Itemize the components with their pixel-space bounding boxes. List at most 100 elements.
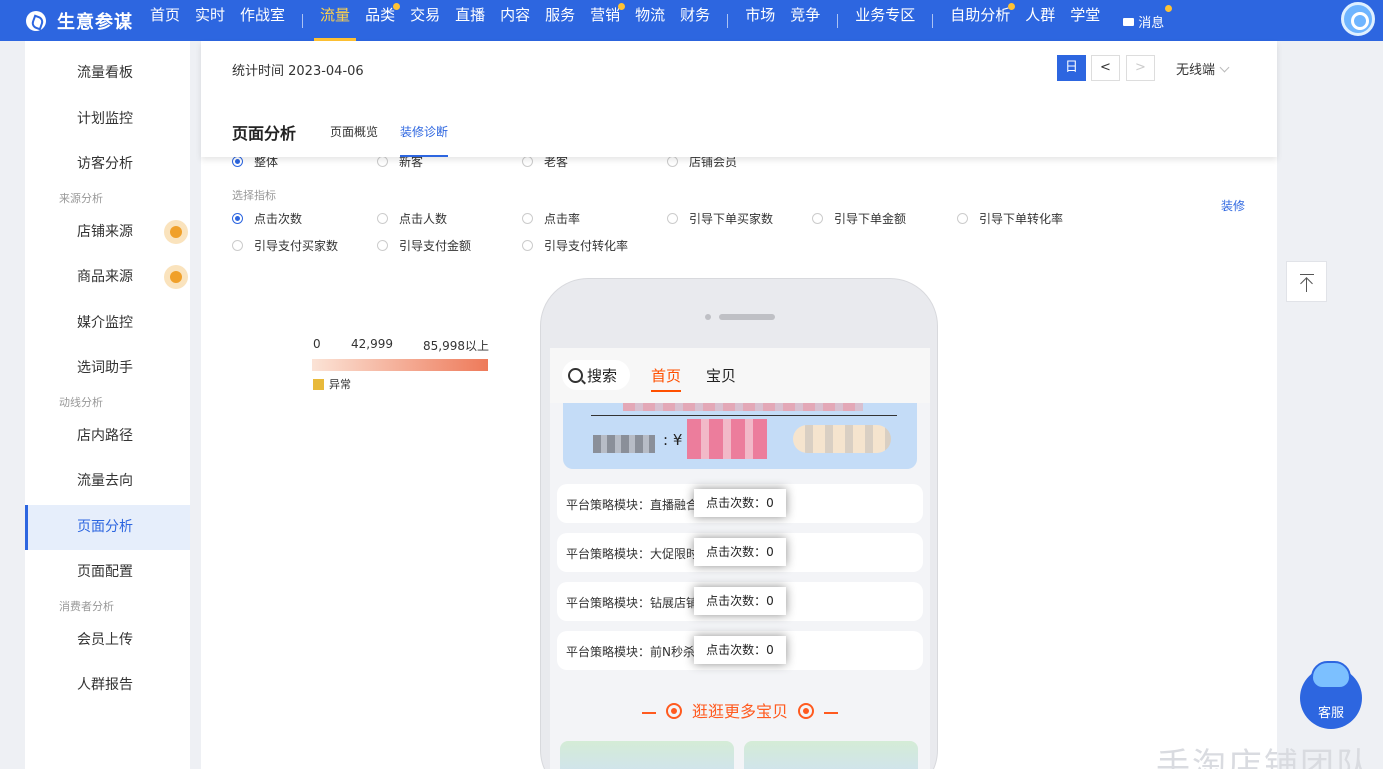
shop-tab-home[interactable]: 首页	[651, 365, 682, 392]
brand[interactable]: 生意参谋	[26, 8, 150, 34]
radio-option[interactable]: 引导支付买家数	[232, 237, 377, 254]
sidebar-item[interactable]: 会员上传	[25, 618, 190, 663]
banner-price-prefix: : ¥	[663, 431, 683, 449]
page-title: 页面分析	[232, 124, 297, 143]
bottom-watermark: 手淘店铺团队	[1156, 746, 1372, 769]
tab-decoration-diagnosis[interactable]: 装修诊断	[400, 123, 449, 157]
app-switcher-icon[interactable]	[1341, 2, 1375, 36]
radio-dot-icon	[522, 240, 533, 251]
blurred-text	[593, 435, 655, 453]
more-goods-bar[interactable]: 逛逛更多宝贝	[550, 698, 930, 722]
module-title: 平台策略模块：钻展店铺	[566, 596, 694, 610]
sidebar-item[interactable]: 媒介监控	[25, 301, 190, 346]
sidebar-item[interactable]: 商品来源	[25, 255, 190, 300]
radio-option[interactable]: 引导下单金额	[812, 210, 957, 227]
mail-icon	[1123, 17, 1135, 26]
page-module[interactable]: 平台策略模块：直播融合 点击次数：0	[557, 484, 923, 523]
radio-option[interactable]: 引导下单转化率	[957, 210, 1102, 227]
sidebar-item-label: 媒介监控	[77, 314, 133, 331]
click-count-tooltip: 点击次数：0	[694, 489, 786, 517]
nav-item[interactable]: 服务	[545, 0, 575, 41]
radio-dot-icon	[232, 213, 243, 224]
brand-name: 生意参谋	[57, 11, 133, 33]
sidebar-item[interactable]: 流量看板	[25, 51, 190, 96]
device-select[interactable]: 无线端	[1176, 59, 1230, 78]
phone-camera-icon	[705, 314, 711, 320]
nav-item[interactable]: 流量	[314, 0, 357, 41]
stat-time: 统计时间 2023-04-06	[232, 64, 364, 79]
sidebar-item[interactable]: 计划监控	[25, 97, 190, 142]
search-icon	[568, 367, 583, 383]
click-count-tooltip: 点击次数：0	[694, 538, 786, 566]
tab-page-overview[interactable]: 页面概览	[330, 123, 378, 157]
nav-item[interactable]: 财务	[680, 0, 710, 41]
heart-icon	[798, 703, 815, 719]
nav-item[interactable]: 物流	[635, 0, 665, 41]
nav-item[interactable]: 人群	[1025, 0, 1055, 41]
message-label: 消息	[1138, 16, 1165, 31]
radio-option[interactable]: 点击人数	[377, 210, 522, 227]
day-button[interactable]: 日	[1057, 55, 1086, 81]
radio-label: 点击次数	[254, 212, 303, 226]
nav-item[interactable]: 实时	[195, 0, 225, 41]
banner-divider	[591, 415, 897, 416]
next-date-button[interactable]: >	[1126, 55, 1155, 81]
nav-item[interactable]: 自助分析	[950, 0, 1016, 41]
nav-item[interactable]: 交易	[410, 0, 440, 41]
nav-item[interactable]: 学堂	[1070, 0, 1100, 41]
abnormal-label: 异常	[329, 378, 351, 391]
page-module[interactable]: 平台策略模块：钻展店铺 点击次数：0	[557, 582, 923, 621]
radio-option[interactable]: 引导下单买家数	[667, 210, 812, 227]
heart-icon	[665, 703, 682, 719]
nav-item[interactable]: 首页	[150, 0, 180, 41]
sidebar-item[interactable]: 流量去向	[25, 459, 190, 504]
sidebar-item[interactable]: 店铺来源	[25, 210, 190, 255]
nav-item-label: 首页	[150, 6, 181, 24]
radio-dot-icon	[812, 213, 823, 224]
message-button[interactable]: 消息	[1123, 0, 1173, 41]
sidebar-group-label: 动线分析	[59, 395, 103, 409]
sidebar-item[interactable]: 页面分析	[25, 504, 190, 550]
nav-item[interactable]: 作战室	[240, 0, 285, 41]
radio-option[interactable]: 引导支付金额	[377, 237, 522, 254]
shop-search[interactable]: 搜索	[562, 360, 630, 390]
sidebar-item-label: 店铺来源	[77, 223, 133, 240]
more-line-right	[824, 711, 839, 714]
nav-item[interactable]: 营销	[590, 0, 626, 41]
radio-dot-icon	[667, 156, 678, 167]
brand-logo-icon	[26, 10, 46, 31]
page-module[interactable]: 平台策略模块：前N秒杀 点击次数：0	[557, 631, 923, 670]
radio-option[interactable]: 引导支付转化率	[522, 237, 667, 254]
nav-item[interactable]: 竞争	[790, 0, 820, 41]
goods-card[interactable]	[744, 741, 918, 769]
sidebar-item-label: 页面分析	[77, 518, 133, 535]
nav-item[interactable]: 内容	[500, 0, 530, 41]
click-count-tooltip: 点击次数：0	[694, 587, 786, 615]
sidebar-item[interactable]: 页面配置	[25, 550, 190, 595]
back-to-top-button[interactable]	[1286, 261, 1327, 302]
shop-banner[interactable]: : ¥	[563, 403, 917, 469]
nav-item[interactable]: 市场	[745, 0, 775, 41]
sidebar-item[interactable]: 访客分析	[25, 142, 190, 187]
nav-items: 首页 实时 作战室 流量 品类 交易 直播 内容 服务 营销 物流 财务 市场 竞争 业务专区 自助分析 人群学…	[150, 0, 1115, 41]
nav-item[interactable]: 业务专区	[855, 0, 915, 41]
sidebar-item[interactable]: 店内路径	[25, 414, 190, 459]
nav-item[interactable]: 直播	[455, 0, 485, 41]
radio-label: 引导下单买家数	[689, 212, 774, 226]
decorate-link[interactable]: 装修	[1221, 197, 1245, 214]
nav-item[interactable]: 品类	[365, 0, 401, 41]
sidebar-item-label: 人群报告	[77, 677, 133, 693]
shop-tab-goods[interactable]: 宝贝	[706, 365, 736, 386]
goods-card[interactable]	[560, 741, 734, 769]
prev-date-button[interactable]: <	[1091, 55, 1120, 81]
radio-option[interactable]: 点击次数	[232, 210, 377, 227]
nav-item-label: 内容	[500, 6, 531, 24]
customer-service-button[interactable]: 客服	[1300, 661, 1362, 729]
page-module[interactable]: 平台策略模块：大促限时 点击次数：0	[557, 533, 923, 572]
arrow-up-icon	[1306, 278, 1307, 292]
sidebar-item[interactable]: 人群报告	[25, 663, 190, 708]
sidebar-item[interactable]: 选词助手	[25, 346, 190, 391]
radio-option[interactable]: 点击率	[522, 210, 667, 227]
radio-dot-icon	[522, 156, 533, 167]
radio-label: 引导支付转化率	[544, 239, 629, 253]
